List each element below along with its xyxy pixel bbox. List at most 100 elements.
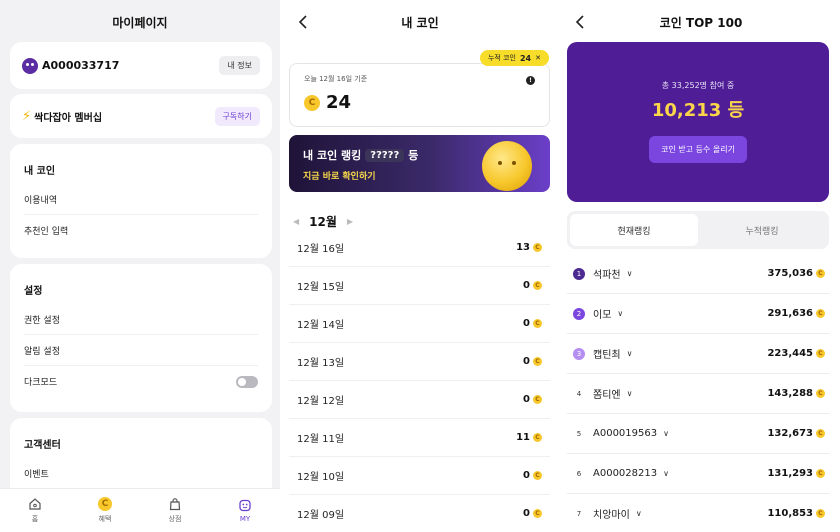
back-arrow-icon[interactable] xyxy=(570,12,590,32)
coin-icon: C xyxy=(533,281,542,290)
daily-date: 12월 11일 xyxy=(297,434,345,445)
daily-date: 12월 10일 xyxy=(297,472,345,483)
rank-name: 치앙마이 xyxy=(593,510,630,521)
tab-shop[interactable]: 상점 xyxy=(140,489,210,532)
settings-section: 설정 권한 설정 알림 설정 다크모드 xyxy=(10,264,272,412)
coin-icon: C xyxy=(816,429,825,438)
back-arrow-icon[interactable] xyxy=(293,12,313,32)
subscribe-button[interactable]: 구독하기 xyxy=(214,106,260,126)
page-title: 코인 TOP 100 xyxy=(659,15,743,30)
ranking-row[interactable]: 7 치앙마이 ∨ 110,853 C xyxy=(567,494,829,532)
coin-icon: C xyxy=(816,509,825,518)
chevron-down-icon[interactable]: ∨ xyxy=(636,509,642,518)
info-icon[interactable]: ! xyxy=(526,76,535,85)
support-section: 고객센터 이벤트 xyxy=(10,418,272,498)
user-id: A000033717 xyxy=(42,59,120,72)
tab-label: 홈 xyxy=(31,515,39,523)
mycoin-screen: 내 코인 오늘 12월 16일 기준 C 24 ! 누적 코인 24 ✕ 내 코… xyxy=(285,0,555,532)
prev-month-icon[interactable]: ◀ xyxy=(293,217,299,226)
rank-number: 3 xyxy=(573,347,585,360)
month-label: 12월 xyxy=(309,215,337,229)
rank-placeholder: ????? xyxy=(365,148,405,162)
daily-row: 12월 12일 0 C xyxy=(289,381,550,419)
membership-card: ⚡ 싹다잡아 멤버십 구독하기 xyxy=(10,94,272,138)
tab-current-ranking[interactable]: 현재랭킹 xyxy=(570,214,698,246)
balance-value: 24 xyxy=(326,92,352,113)
rank-name: 캡틴최 xyxy=(593,350,621,361)
ranking-row[interactable]: 1 석파천 ∨ 375,036 C xyxy=(567,254,829,294)
ranking-row[interactable]: 3 캡틴최 ∨ 223,445 C xyxy=(567,334,829,374)
section-title: 설정 xyxy=(24,285,43,297)
ranking-row[interactable]: 5 A000019563 ∨ 132,673 C xyxy=(567,414,829,454)
chevron-down-icon[interactable]: ∨ xyxy=(663,429,669,438)
tab-benefit[interactable]: C 혜택 xyxy=(70,489,140,532)
accumulated-value: 24 xyxy=(519,53,532,63)
rank-score: 143,288 xyxy=(767,388,813,399)
daily-row: 12월 09일 0 C xyxy=(289,495,550,532)
daily-value: 13 xyxy=(516,242,530,253)
chevron-down-icon[interactable]: ∨ xyxy=(627,349,633,358)
darkmode-toggle[interactable] xyxy=(236,375,258,388)
profile-card: A000033717 내 정보 xyxy=(10,42,272,89)
menu-item-usage-history[interactable]: 이용내역 xyxy=(24,184,258,215)
tab-accumulated-ranking[interactable]: 누적랭킹 xyxy=(698,214,826,246)
daily-value: 0 xyxy=(523,318,530,329)
nav-bar: 코인 TOP 100 xyxy=(562,0,840,44)
ranking-row[interactable]: 2 이모 ∨ 291,636 C xyxy=(567,294,829,334)
earn-coin-button[interactable]: 코인 받고 등수 올리기 xyxy=(649,136,747,163)
coin-icon: C xyxy=(533,243,542,252)
coin-icon: C xyxy=(533,509,542,518)
tab-label: 상점 xyxy=(168,515,182,523)
coin-icon: C xyxy=(98,497,112,511)
banner-title: 내 코인 랭킹 xyxy=(303,149,362,162)
menu-item-event[interactable]: 이벤트 xyxy=(24,458,258,489)
tab-my[interactable]: MY xyxy=(210,489,280,532)
month-selector: ◀ 12월 ▶ xyxy=(293,213,353,230)
mycoin-section: 내 코인 이용내역 추천인 입력 xyxy=(10,144,272,258)
menu-item-darkmode: 다크모드 xyxy=(24,366,258,397)
coin-icon: C xyxy=(816,349,825,358)
coin-icon: C xyxy=(816,389,825,398)
tab-label: MY xyxy=(239,515,251,523)
daily-row: 12월 14일 0 C xyxy=(289,305,550,343)
my-info-button[interactable]: 내 정보 xyxy=(219,56,260,75)
menu-item-notification[interactable]: 알림 설정 xyxy=(24,335,258,366)
lightning-icon: ⚡ xyxy=(22,108,32,124)
next-month-icon[interactable]: ▶ xyxy=(347,217,353,226)
close-icon[interactable]: ✕ xyxy=(535,54,541,62)
ranking-banner[interactable]: 내 코인 랭킹 ????? 등 지금 바로 확인하기 xyxy=(289,135,550,192)
chevron-down-icon[interactable]: ∨ xyxy=(627,269,633,278)
participants-count: 총 33,252명 참여 중 xyxy=(661,81,735,90)
rank-name: 쫌티엔 xyxy=(593,390,621,401)
avatar xyxy=(22,57,38,74)
ranking-row[interactable]: 6 A000028213 ∨ 131,293 C xyxy=(567,454,829,494)
rank-name: 석파천 xyxy=(593,270,621,281)
chevron-down-icon[interactable]: ∨ xyxy=(627,389,633,398)
coin-mascot-icon xyxy=(482,141,532,191)
my-face-icon xyxy=(239,499,251,512)
daily-date: 12월 09일 xyxy=(297,510,345,521)
accumulated-coin-badge[interactable]: 누적 코인 24 ✕ xyxy=(479,50,549,66)
my-rank: 10,213 등 xyxy=(651,100,745,121)
chevron-down-icon[interactable]: ∨ xyxy=(663,469,669,478)
daily-row: 12월 11일 11 C xyxy=(289,419,550,457)
ranking-row[interactable]: 4 쫌티엔 ∨ 143,288 C xyxy=(567,374,829,414)
coin-icon: C xyxy=(304,94,320,111)
daily-value: 0 xyxy=(523,280,530,291)
daily-row: 12월 15일 0 C xyxy=(289,267,550,305)
chevron-down-icon[interactable]: ∨ xyxy=(617,309,623,318)
menu-item-permission[interactable]: 권한 설정 xyxy=(24,304,258,335)
tab-home[interactable]: 홈 xyxy=(0,489,70,532)
coin-icon: C xyxy=(533,395,542,404)
rank-name: A000028213 xyxy=(593,468,658,479)
nav-bar: 내 코인 xyxy=(285,0,555,44)
darkmode-label: 다크모드 xyxy=(24,378,58,388)
section-title: 고객센터 xyxy=(24,439,61,451)
banner-suffix: 등 xyxy=(408,149,419,162)
coin-icon: C xyxy=(816,469,825,478)
daily-date: 12월 16일 xyxy=(297,244,345,255)
menu-item-referral[interactable]: 추천인 입력 xyxy=(24,215,258,246)
rank-score: 132,673 xyxy=(767,428,813,439)
accumulated-label: 누적 코인 xyxy=(487,54,516,62)
rank-number: 7 xyxy=(576,509,582,518)
